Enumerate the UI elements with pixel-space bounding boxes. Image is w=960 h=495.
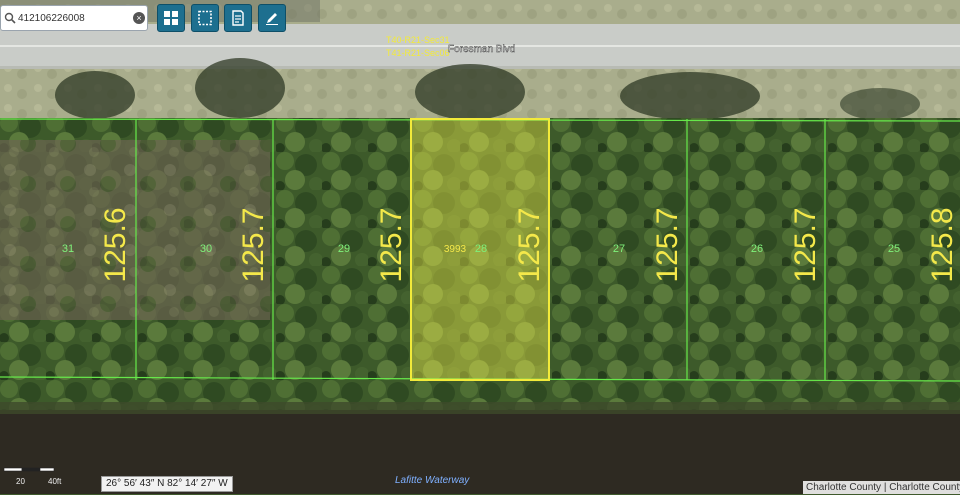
- pencil-icon: [266, 13, 278, 25]
- lot-number-31: 31: [62, 243, 74, 255]
- scale-bar-graphic: 20 40ft: [3, 467, 62, 486]
- search-box: ×: [0, 5, 148, 31]
- dashed-select-icon: [198, 10, 212, 26]
- grid-icon: [164, 11, 178, 25]
- lot-number-28: 28: [475, 243, 487, 255]
- lot-number-30: 30: [200, 243, 212, 255]
- lot-number-26: 26: [751, 243, 763, 255]
- scrub-area: [0, 140, 270, 320]
- tree-shadow: [840, 88, 920, 120]
- document-icon: [232, 10, 244, 26]
- tree-shadow: [55, 71, 135, 119]
- clear-search-button[interactable]: ×: [133, 12, 145, 24]
- waterway-label: Lafitte Waterway: [395, 475, 470, 486]
- lot-dimension-28: 125.7: [513, 207, 546, 282]
- tree-shadow: [620, 72, 760, 120]
- lot-dimension-29: 125.7: [375, 207, 408, 282]
- scale-label-20: 20: [16, 477, 25, 486]
- lot-number-27: 27: [613, 243, 625, 255]
- lot-number-25: 25: [888, 243, 900, 255]
- search-icon: [4, 12, 16, 24]
- section-label-2: T41-R21-Sec06: [386, 48, 450, 58]
- lot-dimension-30: 125.7: [237, 207, 270, 282]
- waterway-edge: [0, 402, 960, 414]
- select-area-button[interactable]: [191, 4, 219, 32]
- report-button[interactable]: [224, 4, 252, 32]
- lot-address-label: 3993: [444, 244, 467, 255]
- lot-dimension-31: 125.6: [99, 207, 132, 282]
- tree-shadow: [415, 64, 525, 120]
- search-input[interactable]: [18, 8, 130, 28]
- lot-dimension-25: 125.8: [926, 207, 959, 282]
- layers-grid-button[interactable]: [157, 4, 185, 32]
- section-label-1: T40-R21-Sec31: [386, 35, 450, 45]
- map-attribution: Charlotte County | Charlotte County: [803, 481, 960, 494]
- lot-number-29: 29: [338, 243, 350, 255]
- scale-label-40ft: 40ft: [48, 477, 62, 486]
- draw-button[interactable]: [258, 4, 286, 32]
- road-name-label: Foresman Blvd: [448, 44, 515, 55]
- scale-bar: 20 40ft: [2, 464, 72, 490]
- lot-dimension-27: 125.7: [651, 207, 684, 282]
- tree-shadow: [195, 58, 285, 118]
- aerial-map[interactable]: 31 125.6 30 125.7 29 125.7 28 125.7 3993 27 125.7 2…: [0, 0, 960, 494]
- lot-dimension-26: 125.7: [789, 207, 822, 282]
- coordinate-readout: 26° 56′ 43″ N 82° 14′ 27″ W: [101, 476, 233, 492]
